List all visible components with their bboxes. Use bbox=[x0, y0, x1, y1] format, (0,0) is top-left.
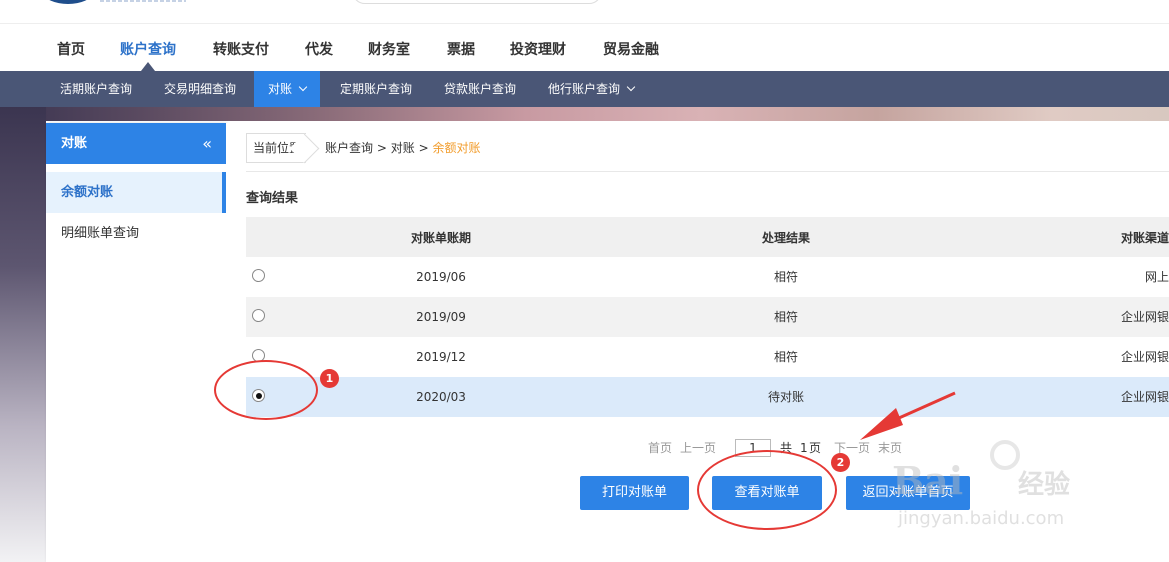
annotation-arrow bbox=[860, 391, 956, 440]
